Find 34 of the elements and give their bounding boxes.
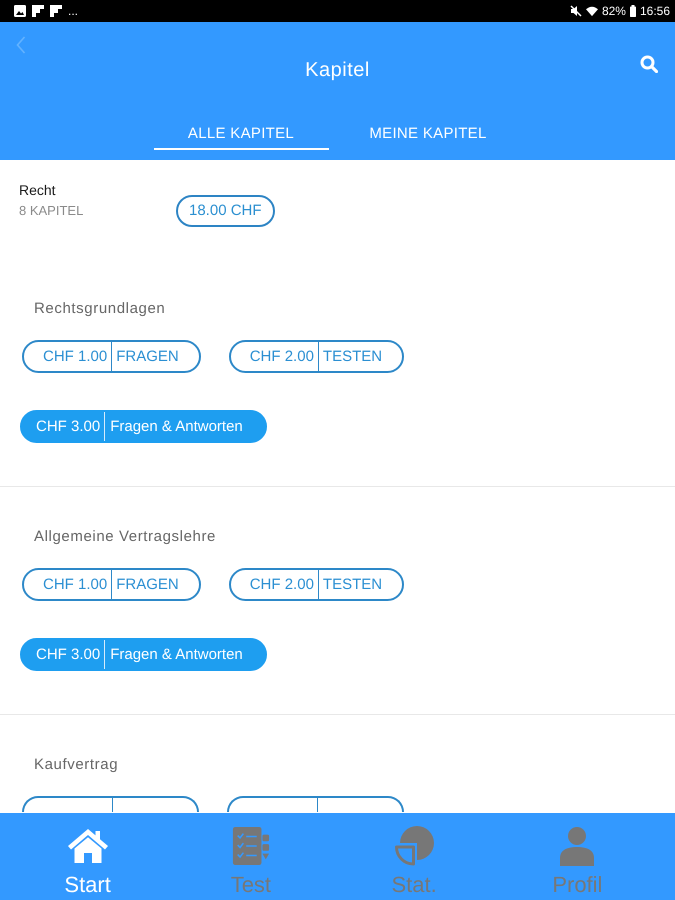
nav-tab[interactable]: Profil (496, 813, 659, 900)
clock-text: 16:56 (640, 4, 670, 18)
chapter-title: Allgemeine Vertragslehre (34, 527, 217, 547)
course-name: Recht (19, 181, 57, 199)
page-title: Kapitel (305, 58, 370, 82)
chapter-count: 8 KAPITEL (19, 202, 84, 220)
home-icon (68, 826, 108, 866)
price-button[interactable]: CHF 1.00 FRAGEN (22, 568, 201, 601)
search-button[interactable] (640, 55, 658, 73)
price-button[interactable]: CHF 2.00 TESTEN (228, 568, 404, 601)
pie-chart-icon (394, 826, 434, 866)
tab[interactable]: ALLE KAPITEL (154, 120, 328, 150)
chapter-title: Rechtsgrundlagen (34, 299, 166, 319)
nav-tab[interactable]: Test (169, 813, 332, 900)
price-button[interactable]: CHF 3.00 Fragen & Antworten (20, 410, 267, 443)
app-notification-icon (50, 5, 62, 17)
tab[interactable]: MEINE KAPITEL (340, 120, 516, 150)
back-chevron-icon (16, 36, 26, 54)
search-icon (640, 55, 658, 73)
app-notification-icon (32, 5, 44, 17)
price-button[interactable]: CHF 1.00 FRAGEN (22, 340, 201, 373)
image-icon (14, 5, 26, 17)
nav-tab[interactable]: Start (6, 813, 170, 900)
battery-percent-text: 82% (602, 4, 626, 18)
course-price-button[interactable]: 18.00 CHF (176, 195, 275, 227)
price-button[interactable]: CHF 2.00 TESTEN (228, 340, 404, 373)
mute-icon (570, 5, 582, 17)
price-button[interactable]: CHF 3.00 Fragen & Antworten (20, 638, 267, 671)
wifi-icon (586, 5, 598, 17)
battery-icon (630, 5, 636, 17)
chapter-title: Kaufvertrag (34, 755, 120, 775)
nav-tab[interactable]: Stat. (332, 813, 496, 900)
more-notifications-text: ... (68, 4, 78, 18)
checklist-icon (230, 826, 271, 866)
